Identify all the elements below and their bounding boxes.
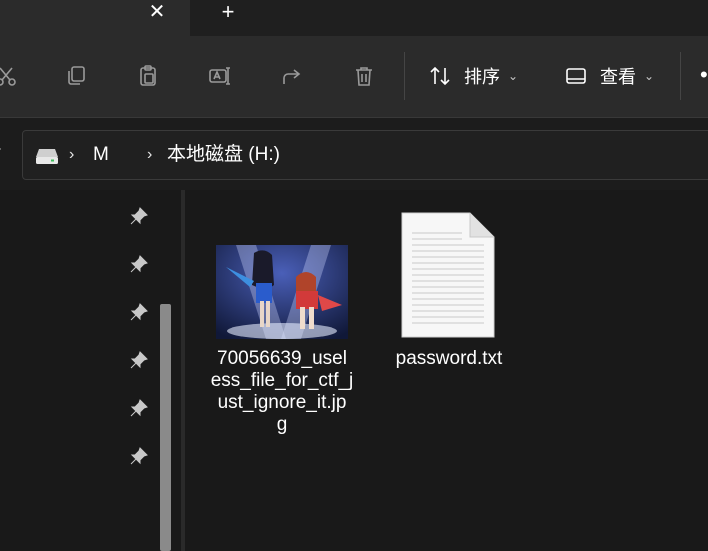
file-name-line: password.txt <box>395 348 503 369</box>
breadcrumb-separator-icon[interactable]: › <box>147 145 152 165</box>
pin-icon[interactable] <box>130 447 148 465</box>
delete-icon[interactable] <box>350 62 378 90</box>
copy-icon[interactable] <box>62 62 90 90</box>
chevron-down-icon: ⌄ <box>644 69 655 83</box>
share-icon[interactable] <box>278 62 306 90</box>
new-tab-button[interactable]: + <box>216 1 240 23</box>
back-chevron-icon[interactable]: › <box>0 140 1 158</box>
breadcrumb-item[interactable]: 本地磁盘 (H:) <box>167 143 280 167</box>
file-name-line: ust_ignore_it.jp <box>217 392 347 413</box>
view-button[interactable]: 查看 ⌄ <box>564 60 654 92</box>
toolbar-separator <box>680 52 681 100</box>
sort-icon <box>430 66 450 86</box>
sort-button[interactable]: 排序 ⌄ <box>428 60 518 92</box>
chevron-down-icon: ⌄ <box>508 69 519 83</box>
nav-scrollbar[interactable] <box>160 304 171 551</box>
close-tab-icon[interactable]: ✕ <box>146 1 168 23</box>
pin-icon[interactable] <box>130 255 148 273</box>
toolbar-separator <box>404 52 405 100</box>
image-thumbnail[interactable] <box>216 245 348 339</box>
drive-icon <box>36 149 58 164</box>
tab-strip: ✕ + <box>0 0 708 36</box>
sort-label: 排序 <box>464 67 500 87</box>
pin-icon[interactable] <box>130 303 148 321</box>
file-name-line: g <box>276 414 288 435</box>
more-options-icon[interactable]: • <box>700 62 708 88</box>
command-bar: 排序 ⌄ 查看 ⌄ • <box>0 36 708 118</box>
cut-icon[interactable] <box>0 62 20 90</box>
rename-icon[interactable] <box>206 62 234 90</box>
file-name-line: ess_file_for_ctf_j <box>210 370 354 391</box>
active-tab[interactable]: ✕ <box>0 0 190 36</box>
paste-icon[interactable] <box>134 62 162 90</box>
text-file-icon[interactable] <box>400 211 496 339</box>
pin-icon[interactable] <box>130 351 148 369</box>
breadcrumb-separator-icon[interactable]: › <box>69 145 74 165</box>
file-name-line: 70056639_usel <box>217 348 347 369</box>
navigation-pane <box>0 190 180 551</box>
view-icon <box>566 68 586 84</box>
pin-icon[interactable] <box>130 207 148 225</box>
address-row: › › M › 本地磁盘 (H:) <box>0 118 708 190</box>
pin-icon[interactable] <box>130 399 148 417</box>
breadcrumb-item[interactable]: M <box>93 143 109 167</box>
file-name-text[interactable]: password.txt <box>380 348 518 370</box>
address-bar[interactable]: › M › 本地磁盘 (H:) <box>22 130 708 180</box>
view-label: 查看 <box>600 67 636 87</box>
file-name-image[interactable]: 70056639_usel ess_file_for_ctf_j ust_ign… <box>206 348 358 436</box>
